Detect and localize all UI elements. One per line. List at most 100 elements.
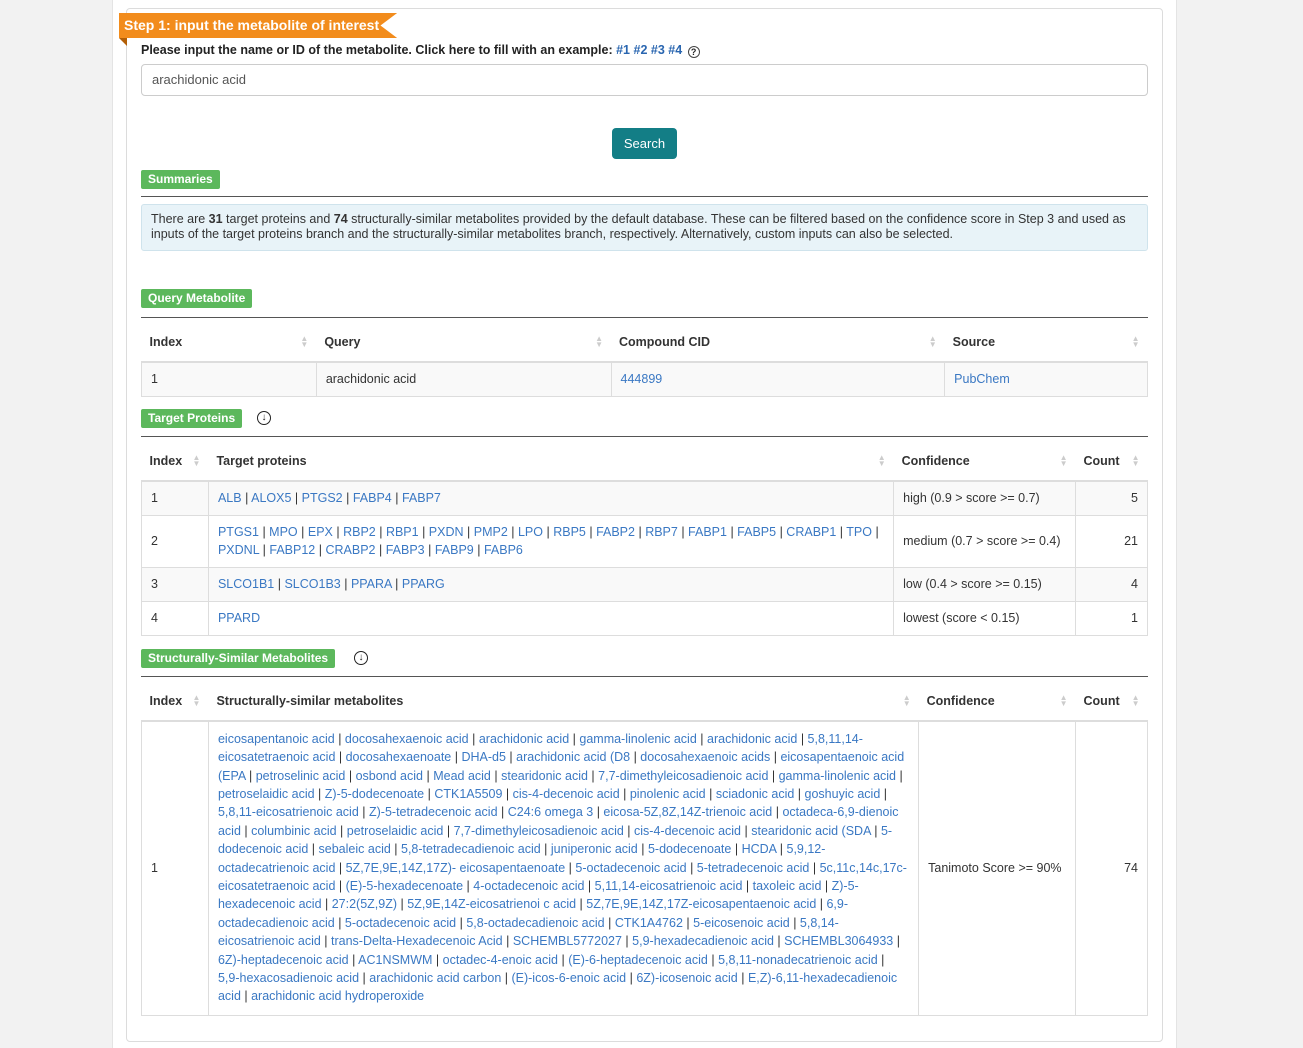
metabolite-link[interactable]: C24:6 omega 3	[508, 805, 593, 819]
targets-header-proteins[interactable]: Target proteins ▲ ▼	[208, 441, 894, 482]
protein-link[interactable]: FABP6	[484, 543, 523, 557]
metabolite-link[interactable]: 6Z)-icosenoic acid	[636, 971, 737, 985]
metabolite-link[interactable]: 5Z,9E,14Z-eicosatrienoi c acid	[407, 897, 576, 911]
protein-link[interactable]: CRABP1	[786, 525, 836, 539]
targets-header-confidence[interactable]: Confidence ▲ ▼	[893, 441, 1076, 482]
metabolite-link[interactable]: 5-octadecenoic acid	[345, 916, 456, 930]
metabolite-link[interactable]: goshuyic acid	[805, 787, 881, 801]
protein-link[interactable]: EPX	[308, 525, 333, 539]
metabolite-link[interactable]: 5,8-octadecadienoic acid	[466, 916, 604, 930]
metabolite-link[interactable]: arachidonic acid (D8	[516, 750, 630, 764]
protein-link[interactable]: PPARA	[351, 577, 392, 591]
protein-link[interactable]: FABP7	[402, 491, 441, 505]
metabolite-link[interactable]: eicosa-5Z,8Z,14Z-trienoic acid	[603, 805, 772, 819]
metabolite-link[interactable]: arachidonic acid	[707, 732, 797, 746]
example-link-4[interactable]: #4	[668, 43, 682, 57]
protein-link[interactable]: MPO	[269, 525, 297, 539]
metabolite-link[interactable]: AC1NSMWM	[358, 953, 432, 967]
metabolite-link[interactable]: 5-tetradecenoic acid	[697, 861, 810, 875]
search-button[interactable]: Search	[612, 128, 677, 159]
metabolite-link[interactable]: petroselinic acid	[256, 769, 346, 783]
metabolite-link[interactable]: 4-octadecenoic acid	[473, 879, 584, 893]
protein-link[interactable]: RBP7	[645, 525, 678, 539]
protein-link[interactable]: PTGS1	[218, 525, 259, 539]
metabolite-link[interactable]: petroselaidic acid	[218, 787, 315, 801]
metabolite-link[interactable]: docosahexaenoate	[346, 750, 452, 764]
metabolite-link[interactable]: trans-Delta-Hexadecenoic Acid	[331, 934, 503, 948]
metabolite-link[interactable]: 5Z,7E,9E,14Z,17Z-eicosapentaenoic acid	[586, 897, 816, 911]
protein-link[interactable]: SLCO1B3	[284, 577, 340, 591]
metabolite-link[interactable]: CTK1A5509	[434, 787, 502, 801]
query-header-index[interactable]: Index ▲ ▼	[141, 322, 317, 363]
metabolite-link[interactable]: arachidonic acid hydroperoxide	[251, 989, 424, 1003]
metabolite-link[interactable]: SCHEMBL3064933	[784, 934, 893, 948]
metabolite-link[interactable]: octadec-4-enoic acid	[443, 953, 558, 967]
metabolite-link[interactable]: 7,7-dimethyleicosadienoic acid	[454, 824, 624, 838]
similar-header-index[interactable]: Index ▲ ▼	[141, 681, 209, 722]
metabolite-link[interactable]: docosahexaenoic acids	[640, 750, 770, 764]
protein-link[interactable]: LPO	[518, 525, 543, 539]
metabolite-link[interactable]: 5-dodecenoate	[648, 842, 731, 856]
metabolite-link[interactable]: docosahexaenoic acid	[345, 732, 469, 746]
help-icon[interactable]: ?	[687, 46, 700, 58]
protein-link[interactable]: FABP1	[688, 525, 727, 539]
protein-link[interactable]: PXDN	[429, 525, 464, 539]
metabolite-link[interactable]: columbinic acid	[251, 824, 336, 838]
metabolite-link[interactable]: 5,9-hexadecadienoic acid	[632, 934, 774, 948]
protein-link[interactable]: PXDNL	[218, 543, 259, 557]
metabolite-link[interactable]: juniperonic acid	[551, 842, 638, 856]
metabolite-link[interactable]: gamma-linolenic acid	[779, 769, 896, 783]
compound-cid-link[interactable]: 444899	[621, 372, 663, 386]
metabolite-link[interactable]: eicosapentanoic acid	[218, 732, 335, 746]
download-icon[interactable]: ↓	[354, 651, 368, 665]
metabolite-link[interactable]: DHA-d5	[461, 750, 505, 764]
protein-link[interactable]: SLCO1B1	[218, 577, 274, 591]
similar-header-count[interactable]: Count ▲ ▼	[1075, 681, 1148, 722]
metabolite-link[interactable]: 5Z,7E,9E,14Z,17Z)- eicosapentaenoate	[346, 861, 566, 875]
protein-link[interactable]: RBP1	[386, 525, 419, 539]
metabolite-link[interactable]: gamma-linolenic acid	[579, 732, 696, 746]
metabolite-link[interactable]: 5,9-hexacosadienoic acid	[218, 971, 359, 985]
metabolite-link[interactable]: 5,8,11-nonadecatrienoic acid	[718, 953, 878, 967]
protein-link[interactable]: PMP2	[474, 525, 508, 539]
metabolite-link[interactable]: arachidonic acid	[479, 732, 569, 746]
protein-link[interactable]: ALOX5	[251, 491, 291, 505]
metabolite-link[interactable]: (E)-5-hexadecenoate	[346, 879, 463, 893]
query-header-query[interactable]: Query ▲ ▼	[316, 322, 612, 363]
metabolite-link[interactable]: osbond acid	[356, 769, 423, 783]
metabolite-link[interactable]: (E)-icos-6-enoic acid	[511, 971, 626, 985]
protein-link[interactable]: TPO	[846, 525, 872, 539]
similar-header-confidence[interactable]: Confidence ▲ ▼	[918, 681, 1076, 722]
metabolite-link[interactable]: stearidonic acid (SDA	[751, 824, 871, 838]
metabolite-link[interactable]: 27:2(5Z,9Z)	[332, 897, 397, 911]
metabolite-link[interactable]: Z)-5-tetradecenoic acid	[369, 805, 498, 819]
metabolite-link[interactable]: cis-4-decenoic acid	[634, 824, 741, 838]
example-link-2[interactable]: #2	[634, 43, 648, 57]
protein-link[interactable]: FABP3	[386, 543, 425, 557]
metabolite-link[interactable]: stearidonic acid	[501, 769, 588, 783]
targets-header-index[interactable]: Index ▲ ▼	[141, 441, 209, 482]
metabolite-link[interactable]: arachidonic acid carbon	[369, 971, 501, 985]
metabolite-link[interactable]: taxoleic acid	[753, 879, 822, 893]
example-link-3[interactable]: #3	[651, 43, 665, 57]
source-link[interactable]: PubChem	[954, 372, 1010, 386]
protein-link[interactable]: FABP9	[435, 543, 474, 557]
metabolite-link[interactable]: 5,8-tetradecadienoic acid	[401, 842, 541, 856]
protein-link[interactable]: RBP5	[553, 525, 586, 539]
metabolite-link[interactable]: pinolenic acid	[630, 787, 706, 801]
protein-link[interactable]: PTGS2	[302, 491, 343, 505]
similar-header-metabolites[interactable]: Structurally-similar metabolites ▲ ▼	[208, 681, 919, 722]
metabolite-link[interactable]: 7,7-dimethyleicosadienoic acid	[598, 769, 768, 783]
query-header-source[interactable]: Source ▲ ▼	[944, 322, 1148, 363]
metabolite-link[interactable]: Mead acid	[433, 769, 491, 783]
protein-link[interactable]: PPARD	[218, 611, 260, 625]
metabolite-link[interactable]: sebaleic acid	[319, 842, 391, 856]
protein-link[interactable]: PPARG	[402, 577, 445, 591]
protein-link[interactable]: FABP4	[353, 491, 392, 505]
protein-link[interactable]: CRABP2	[325, 543, 375, 557]
download-icon[interactable]: ↓	[257, 411, 271, 425]
protein-link[interactable]: RBP2	[343, 525, 376, 539]
protein-link[interactable]: ALB	[218, 491, 242, 505]
protein-link[interactable]: FABP12	[269, 543, 315, 557]
metabolite-link[interactable]: CTK1A4762	[615, 916, 683, 930]
